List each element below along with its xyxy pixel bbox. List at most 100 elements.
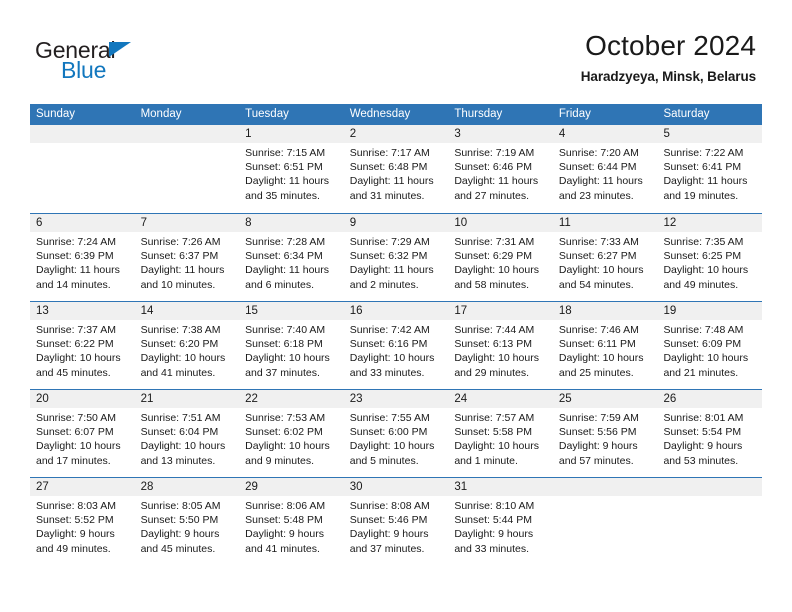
- daylight-text: Daylight: 11 hours and 6 minutes.: [245, 264, 330, 291]
- day-cell[interactable]: 30 Sunrise: 8:08 AM Sunset: 5:46 PM Dayl…: [343, 478, 449, 565]
- day-cell[interactable]: 26 Sunrise: 8:01 AM Sunset: 5:54 PM Dayl…: [657, 390, 763, 477]
- day-number: 5: [657, 125, 763, 143]
- sunrise-text: Sunrise: 7:17 AM: [349, 147, 430, 159]
- sunset-text: Sunset: 6:32 PM: [349, 250, 428, 263]
- weekday-monday: Monday: [140, 108, 182, 120]
- day-number: 1: [239, 125, 344, 143]
- sunset-text: Sunset: 6:22 PM: [36, 338, 114, 351]
- day-cell[interactable]: 2 Sunrise: 7:17 AM Sunset: 6:48 PM Dayli…: [343, 125, 449, 213]
- day-cell[interactable]: [657, 478, 763, 565]
- daylight-text: Daylight: 10 hours and 29 minutes.: [454, 352, 539, 379]
- daylight-text: Daylight: 10 hours and 9 minutes.: [245, 440, 330, 467]
- day-cell[interactable]: 10 Sunrise: 7:31 AM Sunset: 6:29 PM Dayl…: [448, 214, 553, 301]
- day-cell[interactable]: 11 Sunrise: 7:33 AM Sunset: 6:27 PM Dayl…: [552, 214, 658, 301]
- day-cell[interactable]: 25 Sunrise: 7:59 AM Sunset: 5:56 PM Dayl…: [552, 390, 658, 477]
- day-number: 12: [657, 214, 763, 232]
- sunset-text: Sunset: 6:46 PM: [454, 161, 532, 174]
- daylight-text: Daylight: 9 hours and 37 minutes.: [349, 528, 429, 555]
- day-cell[interactable]: 4 Sunrise: 7:20 AM Sunset: 6:44 PM Dayli…: [552, 125, 658, 213]
- sunset-text: Sunset: 6:13 PM: [454, 338, 532, 351]
- day-number: 4: [552, 125, 658, 143]
- sunrise-text: Sunrise: 7:35 AM: [663, 236, 744, 248]
- sunset-text: Sunset: 6:16 PM: [349, 338, 428, 351]
- weekday-wednesday: Wednesday: [349, 108, 411, 120]
- sunset-text: Sunset: 5:48 PM: [245, 514, 323, 527]
- day-cell[interactable]: 16 Sunrise: 7:42 AM Sunset: 6:16 PM Dayl…: [343, 302, 449, 389]
- day-cell[interactable]: 29 Sunrise: 8:06 AM Sunset: 5:48 PM Dayl…: [239, 478, 344, 565]
- day-info: Sunrise: 7:44 AM Sunset: 6:13 PM Dayligh…: [448, 320, 553, 380]
- calendar-page: General Blue October 2024 Haradzyeya, Mi…: [0, 0, 792, 612]
- day-info: Sunrise: 7:22 AM Sunset: 6:41 PM Dayligh…: [657, 143, 762, 203]
- day-number: 28: [134, 478, 240, 496]
- day-info: Sunrise: 7:19 AM Sunset: 6:46 PM Dayligh…: [448, 143, 553, 203]
- sunrise-text: Sunrise: 8:05 AM: [140, 500, 221, 512]
- day-cell[interactable]: 23 Sunrise: 7:55 AM Sunset: 6:00 PM Dayl…: [343, 390, 449, 477]
- week-row: 1 Sunrise: 7:15 AM Sunset: 6:51 PM Dayli…: [30, 125, 763, 213]
- day-number: [657, 478, 763, 496]
- day-cell[interactable]: 5 Sunrise: 7:22 AM Sunset: 6:41 PM Dayli…: [657, 125, 763, 213]
- sunset-text: Sunset: 6:11 PM: [558, 338, 636, 351]
- calendar-grid: Sunday Monday Tuesday Wednesday Thursday…: [30, 104, 763, 565]
- day-cell[interactable]: [30, 125, 135, 213]
- day-number: 15: [239, 302, 344, 320]
- sunrise-text: Sunrise: 7:24 AM: [36, 236, 116, 248]
- daylight-text: Daylight: 9 hours and 33 minutes.: [454, 528, 534, 555]
- daylight-text: Daylight: 10 hours and 25 minutes.: [558, 352, 644, 379]
- sunrise-text: Sunrise: 7:50 AM: [36, 412, 116, 424]
- day-info: Sunrise: 7:38 AM Sunset: 6:20 PM Dayligh…: [135, 320, 240, 380]
- day-cell[interactable]: 24 Sunrise: 7:57 AM Sunset: 5:58 PM Dayl…: [448, 390, 553, 477]
- day-info: Sunrise: 7:24 AM Sunset: 6:39 PM Dayligh…: [30, 232, 135, 292]
- day-cell[interactable]: 22 Sunrise: 7:53 AM Sunset: 6:02 PM Dayl…: [239, 390, 344, 477]
- day-number: 31: [448, 478, 553, 496]
- day-number: 17: [448, 302, 553, 320]
- day-info: Sunrise: 7:48 AM Sunset: 6:09 PM Dayligh…: [657, 320, 762, 380]
- day-info: Sunrise: 7:33 AM Sunset: 6:27 PM Dayligh…: [553, 232, 658, 292]
- day-info: Sunrise: 8:08 AM Sunset: 5:46 PM Dayligh…: [344, 496, 449, 556]
- day-cell[interactable]: 21 Sunrise: 7:51 AM Sunset: 6:04 PM Dayl…: [134, 390, 240, 477]
- day-cell[interactable]: 6 Sunrise: 7:24 AM Sunset: 6:39 PM Dayli…: [30, 214, 135, 301]
- day-cell[interactable]: 15 Sunrise: 7:40 AM Sunset: 6:18 PM Dayl…: [239, 302, 344, 389]
- sunset-text: Sunset: 6:02 PM: [245, 426, 323, 439]
- sunrise-text: Sunrise: 7:57 AM: [454, 412, 535, 424]
- week-row: 20 Sunrise: 7:50 AM Sunset: 6:07 PM Dayl…: [30, 389, 763, 477]
- day-cell[interactable]: 27 Sunrise: 8:03 AM Sunset: 5:52 PM Dayl…: [30, 478, 135, 565]
- day-cell[interactable]: 14 Sunrise: 7:38 AM Sunset: 6:20 PM Dayl…: [134, 302, 240, 389]
- weekday-tuesday: Tuesday: [245, 108, 289, 120]
- day-number: 19: [657, 302, 763, 320]
- day-info: [553, 496, 658, 499]
- day-number: 11: [552, 214, 658, 232]
- daylight-text: Daylight: 9 hours and 49 minutes.: [36, 528, 115, 555]
- title-block: October 2024 Haradzyeya, Minsk, Belarus: [581, 30, 756, 84]
- day-info: [135, 143, 240, 146]
- day-cell[interactable]: 1 Sunrise: 7:15 AM Sunset: 6:51 PM Dayli…: [239, 125, 344, 213]
- day-cell[interactable]: 13 Sunrise: 7:37 AM Sunset: 6:22 PM Dayl…: [30, 302, 135, 389]
- sunset-text: Sunset: 5:52 PM: [36, 514, 114, 527]
- day-number: 2: [343, 125, 449, 143]
- daylight-text: Daylight: 10 hours and 54 minutes.: [558, 264, 644, 291]
- day-cell[interactable]: 28 Sunrise: 8:05 AM Sunset: 5:50 PM Dayl…: [134, 478, 240, 565]
- sunrise-text: Sunrise: 7:37 AM: [36, 324, 116, 336]
- sunrise-text: Sunrise: 7:59 AM: [558, 412, 639, 424]
- daylight-text: Daylight: 10 hours and 45 minutes.: [36, 352, 121, 379]
- daylight-text: Daylight: 11 hours and 14 minutes.: [36, 264, 120, 291]
- sunset-text: Sunset: 5:50 PM: [140, 514, 219, 527]
- day-cell[interactable]: 12 Sunrise: 7:35 AM Sunset: 6:25 PM Dayl…: [657, 214, 763, 301]
- day-cell[interactable]: [552, 478, 658, 565]
- sunset-text: Sunset: 6:48 PM: [349, 161, 428, 174]
- sunrise-text: Sunrise: 7:29 AM: [349, 236, 430, 248]
- day-cell[interactable]: 17 Sunrise: 7:44 AM Sunset: 6:13 PM Dayl…: [448, 302, 553, 389]
- day-cell[interactable]: [134, 125, 240, 213]
- day-cell[interactable]: 18 Sunrise: 7:46 AM Sunset: 6:11 PM Dayl…: [552, 302, 658, 389]
- day-cell[interactable]: 19 Sunrise: 7:48 AM Sunset: 6:09 PM Dayl…: [657, 302, 763, 389]
- day-cell[interactable]: 20 Sunrise: 7:50 AM Sunset: 6:07 PM Dayl…: [30, 390, 135, 477]
- day-cell[interactable]: 3 Sunrise: 7:19 AM Sunset: 6:46 PM Dayli…: [448, 125, 553, 213]
- page-title: October 2024: [585, 30, 756, 61]
- day-info: Sunrise: 8:03 AM Sunset: 5:52 PM Dayligh…: [30, 496, 135, 556]
- daylight-text: Daylight: 9 hours and 45 minutes.: [140, 528, 220, 555]
- day-cell[interactable]: 9 Sunrise: 7:29 AM Sunset: 6:32 PM Dayli…: [343, 214, 449, 301]
- sunrise-text: Sunrise: 7:19 AM: [454, 147, 535, 159]
- day-cell[interactable]: 7 Sunrise: 7:26 AM Sunset: 6:37 PM Dayli…: [134, 214, 240, 301]
- day-cell[interactable]: 31 Sunrise: 8:10 AM Sunset: 5:44 PM Dayl…: [448, 478, 553, 565]
- day-cell[interactable]: 8 Sunrise: 7:28 AM Sunset: 6:34 PM Dayli…: [239, 214, 344, 301]
- sunset-text: Sunset: 6:25 PM: [663, 250, 742, 263]
